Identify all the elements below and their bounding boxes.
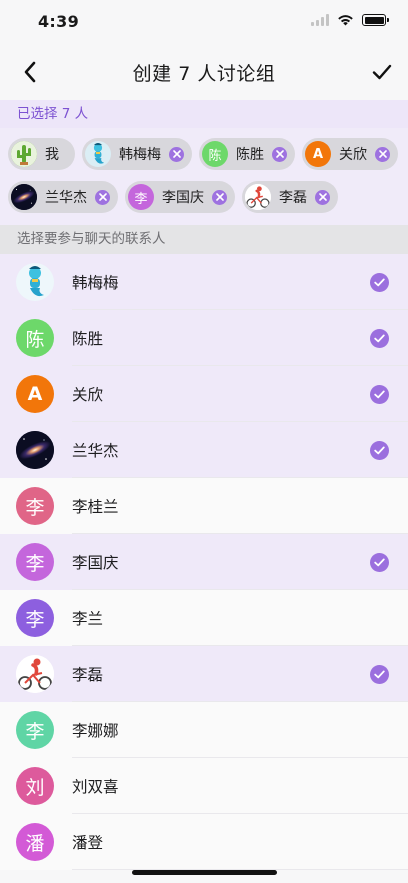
remove-chip-button[interactable] <box>315 189 330 205</box>
selected-check-icon <box>370 385 389 404</box>
selected-check-icon <box>370 329 389 348</box>
selected-chips-area: 我 韩梅梅 陈陈胜 A 关欣兰华杰 李李国庆 李磊 <box>0 128 408 225</box>
remove-chip-button[interactable] <box>272 146 287 162</box>
remove-chip-button[interactable] <box>169 146 184 162</box>
contact-row[interactable]: 李李国庆 <box>0 534 408 590</box>
genie-avatar <box>16 263 54 301</box>
selected-chip[interactable]: 陈陈胜 <box>199 138 295 170</box>
selected-check-icon <box>370 441 389 460</box>
avatar: 李 <box>16 543 54 581</box>
close-icon <box>378 150 387 158</box>
contact-row[interactable]: 李李娜娜 <box>0 702 408 758</box>
letter-a-avatar: A <box>305 141 331 167</box>
confirm-button[interactable] <box>368 58 396 86</box>
avatar: 李 <box>16 487 54 525</box>
remove-chip-button[interactable] <box>95 189 110 205</box>
chip-label: 陈胜 <box>236 147 264 163</box>
close-icon <box>275 150 284 158</box>
remove-chip-button[interactable] <box>375 146 390 162</box>
contact-name: 关欣 <box>72 386 104 404</box>
avatar: 刘 <box>16 767 54 805</box>
chip-label: 韩梅梅 <box>119 147 161 163</box>
wifi-icon <box>338 15 353 26</box>
selected-count-header: 已选择 7 人 <box>0 100 408 128</box>
close-icon <box>172 150 181 158</box>
contact-row[interactable]: 刘刘双喜 <box>0 758 408 814</box>
close-icon <box>98 193 107 201</box>
chip-label: 兰华杰 <box>45 190 87 206</box>
contact-name: 李国庆 <box>72 554 119 572</box>
contact-row[interactable]: A 关欣 <box>0 366 408 422</box>
contact-row[interactable]: 潘潘登 <box>0 814 408 870</box>
cellular-signal-icon <box>311 14 329 26</box>
avatar: 潘 <box>16 823 54 861</box>
contact-name: 李娜娜 <box>72 722 119 740</box>
galaxy-avatar <box>16 431 54 469</box>
avatar: 李 <box>16 711 54 749</box>
contact-row[interactable]: 李磊 <box>0 646 408 702</box>
contact-name: 潘登 <box>72 834 104 852</box>
chevron-left-icon <box>24 61 36 83</box>
selected-check-icon <box>370 273 389 292</box>
avatar: 陈 <box>16 319 54 357</box>
selected-check-icon <box>370 665 389 684</box>
contact-row[interactable]: 李李桂兰 <box>0 478 408 534</box>
selected-chip[interactable]: A 关欣 <box>302 138 398 170</box>
contact-row[interactable]: 李李兰 <box>0 590 408 646</box>
contact-name: 陈胜 <box>72 330 104 348</box>
contact-row[interactable]: 陈陈胜 <box>0 310 408 366</box>
selected-chip[interactable]: 李磊 <box>242 181 338 213</box>
galaxy-avatar <box>11 184 37 210</box>
letter-a-avatar: A <box>16 375 54 413</box>
selected-check-icon <box>370 553 389 572</box>
selected-chip[interactable]: 李李国庆 <box>125 181 235 213</box>
battery-icon <box>362 14 389 26</box>
chip-label: 我 <box>45 147 59 163</box>
chip-label: 关欣 <box>339 147 367 163</box>
status-icons <box>311 14 389 26</box>
contact-name: 李桂兰 <box>72 498 119 516</box>
contact-list: 韩梅梅陈陈胜 A 关欣 兰华杰李李桂兰李李国庆李李兰 李磊李李娜娜刘刘双喜潘潘登 <box>0 254 408 870</box>
close-icon <box>318 193 327 201</box>
close-icon <box>215 193 224 201</box>
cyclist-avatar <box>245 184 271 210</box>
back-button[interactable] <box>16 58 44 86</box>
cyclist-avatar <box>16 655 54 693</box>
contact-row[interactable]: 韩梅梅 <box>0 254 408 310</box>
nav-bar: 创建 7 人讨论组 <box>0 44 408 100</box>
chip-label: 李国庆 <box>162 190 204 206</box>
contact-row[interactable]: 兰华杰 <box>0 422 408 478</box>
page-title: 创建 7 人讨论组 <box>132 62 276 85</box>
home-indicator <box>132 870 277 875</box>
status-bar: 4:39 <box>0 0 408 44</box>
contact-name: 李兰 <box>72 610 104 628</box>
checkmark-icon <box>372 64 392 80</box>
avatar: 李 <box>16 599 54 637</box>
contacts-section-header: 选择要参与聊天的联系人 <box>0 225 408 254</box>
chip-label: 李磊 <box>279 190 307 206</box>
cactus-avatar <box>11 141 37 167</box>
contact-name: 兰华杰 <box>72 442 119 460</box>
contact-name: 韩梅梅 <box>72 274 119 292</box>
status-time: 4:39 <box>38 12 79 31</box>
contact-name: 李磊 <box>72 666 104 684</box>
contact-name: 刘双喜 <box>72 778 119 796</box>
genie-avatar <box>85 141 111 167</box>
avatar: 陈 <box>202 141 228 167</box>
selected-chip[interactable]: 我 <box>8 138 75 170</box>
remove-chip-button[interactable] <box>212 189 227 205</box>
selected-chip[interactable]: 兰华杰 <box>8 181 118 213</box>
selected-chip[interactable]: 韩梅梅 <box>82 138 192 170</box>
avatar: 李 <box>128 184 154 210</box>
